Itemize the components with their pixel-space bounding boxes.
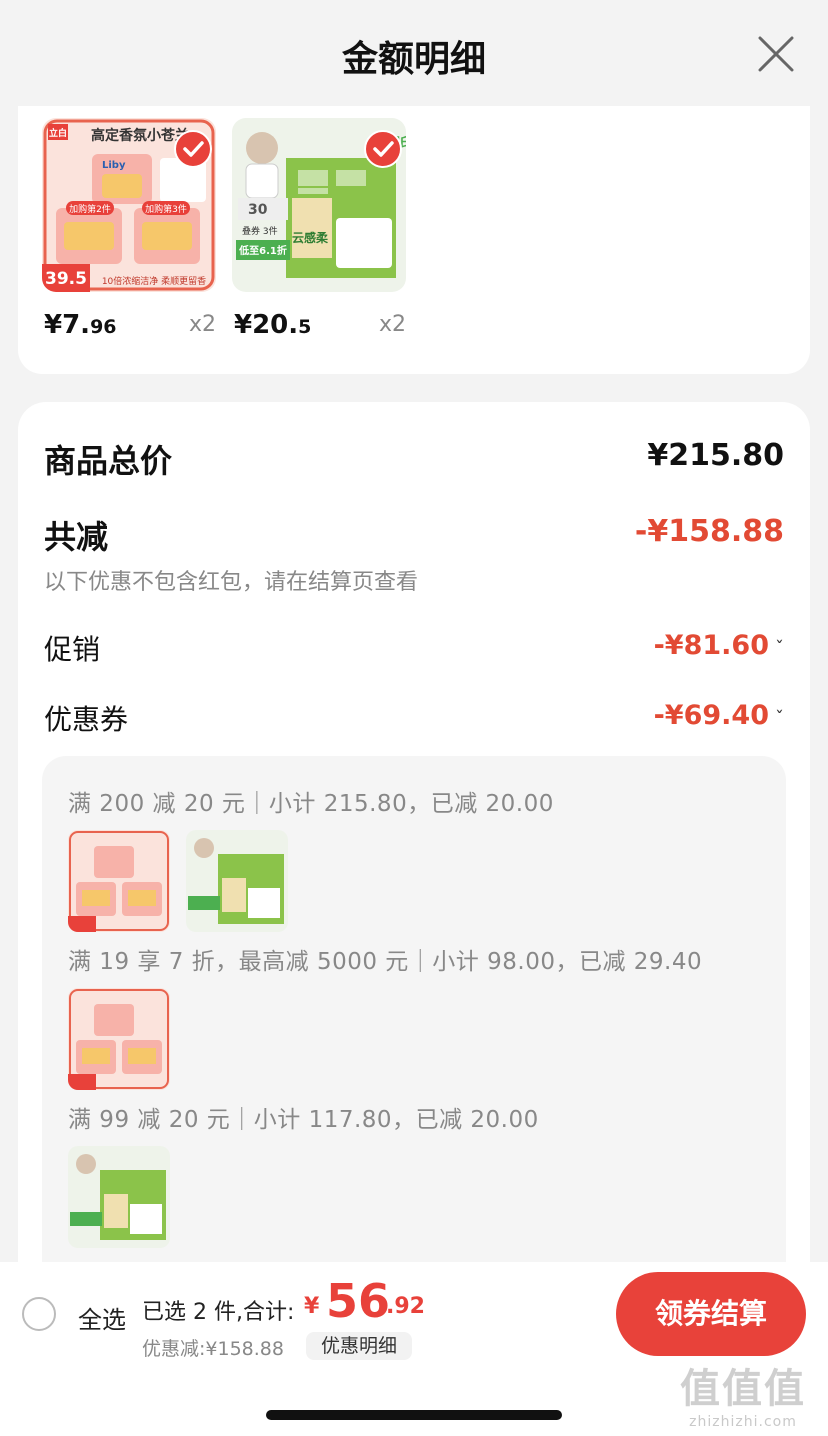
svg-text:39.5: 39.5 — [45, 269, 87, 289]
promotion-row[interactable]: 促销 -¥81.60 ˇ — [44, 628, 784, 668]
chevron-up-icon: ˇ — [775, 708, 784, 729]
product-image-tissue: 心相印 30 叠券 3件 低至6.1折 云感柔 — [232, 118, 406, 292]
coupon-product-thumb — [68, 830, 170, 932]
total-amount-main: 56 — [326, 1274, 391, 1328]
coupon-product-thumb — [68, 1146, 170, 1248]
total-price-row: 商品总价 ¥215.80 — [44, 436, 784, 480]
checkout-bar: 全选 已选 2 件,合计: ¥ 56 .92 优惠减:¥158.88 优惠明细 … — [0, 1262, 828, 1366]
svg-text:低至6.1折: 低至6.1折 — [238, 244, 287, 257]
product-qty: x2 — [188, 312, 216, 337]
svg-text:30: 30 — [248, 202, 268, 218]
selected-check-icon[interactable] — [174, 130, 212, 168]
coupon-product-thumb — [68, 988, 170, 1090]
product-price: ¥7.96 — [44, 310, 117, 340]
watermark-logo: 值值值 — [680, 1366, 806, 1412]
product-item-tissue[interactable]: 心相印 30 叠券 3件 低至6.1折 云感柔 ¥20.5 x2 — [232, 118, 408, 340]
svg-text:10倍浓缩洁净 柔顺更留香: 10倍浓缩洁净 柔顺更留香 — [102, 275, 206, 287]
brand-logo-text: 立白 — [49, 127, 67, 139]
product-image-laundry: 立白 高定香氛小苍兰 Liby 加购第2件 加购第3件 39.5 10倍浓缩洁净… — [42, 118, 216, 292]
coupon-detail-line: 满 99 减 20 元｜小计 117.80，已减 20.00 — [68, 1107, 539, 1133]
total-reduce-row: 共减 -¥158.88 — [44, 512, 784, 556]
checkout-button[interactable]: 领券结算 — [616, 1272, 806, 1356]
select-all-radio[interactable] — [22, 1297, 56, 1331]
discount-summary: 优惠减:¥158.88 — [142, 1338, 284, 1360]
coupon-detail-box: 满 200 减 20 元｜小计 215.80，已减 20.00 满 19 享 7… — [42, 756, 786, 1286]
close-button[interactable] — [756, 34, 796, 74]
coupon-row[interactable]: 优惠券 -¥69.40 ˇ — [44, 698, 784, 738]
price-summary-card: 商品总价 ¥215.80 共减 -¥158.88 以下优惠不包含红包，请在结算页… — [18, 402, 810, 1286]
total-amount-decimal: .92 — [386, 1294, 425, 1319]
coupon-detail-line: 满 19 享 7 折，最高减 5000 元｜小计 98.00，已减 29.40 — [68, 949, 703, 975]
coupon-product-thumb — [186, 830, 288, 932]
select-all-label[interactable]: 全选 — [78, 1300, 126, 1335]
coupon-detail-line: 满 200 减 20 元｜小计 215.80，已减 20.00 — [68, 791, 554, 817]
total-price-label: 商品总价 — [44, 442, 173, 480]
close-icon — [758, 36, 794, 72]
brand-logo-text-2: Liby — [102, 160, 126, 171]
product-card: 立白 高定香氛小苍兰 Liby 加购第2件 加购第3件 39.5 10倍浓缩洁净… — [18, 106, 810, 374]
watermark: 值值值 zhizhizhi.com — [668, 1356, 818, 1430]
product-item-laundry[interactable]: 立白 高定香氛小苍兰 Liby 加购第2件 加购第3件 39.5 10倍浓缩洁净… — [42, 118, 218, 340]
total-reduce-label: 共减 — [44, 518, 109, 556]
svg-text:加购第3件: 加购第3件 — [145, 203, 187, 215]
home-indicator[interactable] — [266, 1410, 562, 1420]
selected-count: 已选 2 件,合计: — [142, 1300, 295, 1325]
watermark-url: zhizhizhi.com — [689, 1414, 797, 1430]
total-price-value: ¥215.80 — [647, 438, 784, 473]
svg-text:加购第2件: 加购第2件 — [69, 203, 111, 215]
product-qty: x2 — [378, 312, 406, 337]
svg-text:云感柔: 云感柔 — [292, 230, 329, 245]
promotion-value: -¥81.60 — [653, 630, 769, 661]
svg-text:叠券 3件: 叠券 3件 — [242, 225, 278, 237]
selected-check-icon[interactable] — [364, 130, 402, 168]
modal-header: 金额明细 — [0, 0, 828, 106]
total-reduce-value: -¥158.88 — [634, 514, 784, 549]
reduce-note: 以下优惠不包含红包，请在结算页查看 — [44, 570, 419, 595]
product-price: ¥20.5 — [234, 310, 312, 340]
page-title: 金额明细 — [341, 39, 486, 80]
discount-detail-button[interactable]: 优惠明细 — [306, 1332, 412, 1360]
promotion-label: 促销 — [44, 633, 101, 666]
coupon-label: 优惠券 — [44, 703, 129, 736]
chevron-down-icon: ˇ — [775, 638, 784, 659]
coupon-value: -¥69.40 — [653, 700, 769, 731]
total-currency: ¥ — [304, 1294, 320, 1319]
